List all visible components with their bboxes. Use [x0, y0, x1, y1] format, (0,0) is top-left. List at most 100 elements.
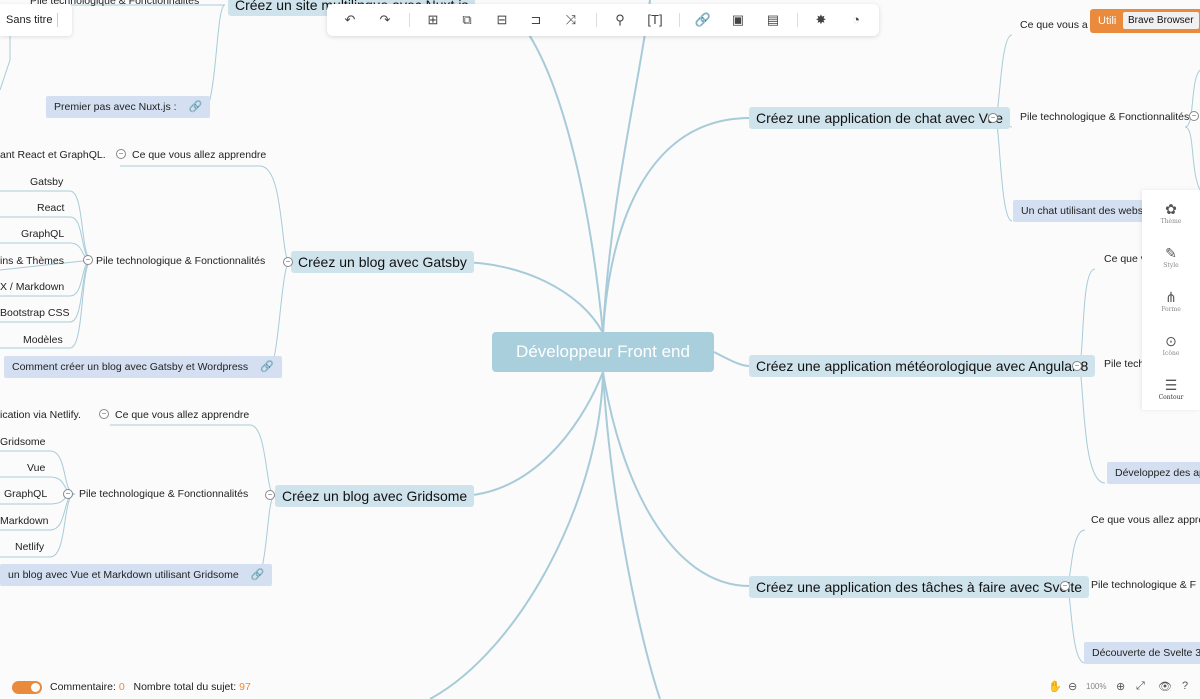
panel-label: Style	[1163, 262, 1179, 269]
collapse-toggle[interactable]: −	[63, 489, 73, 499]
panel-label: Contour	[1158, 394, 1184, 401]
subtopic-svelte-learn[interactable]: Ce que vous allez appre	[1091, 513, 1200, 527]
collapse-toggle[interactable]: −	[1060, 581, 1070, 591]
subtopic-svelte-stack[interactable]: Pile technologique & F	[1091, 578, 1196, 592]
topic-angular[interactable]: Créez une application météorologique ave…	[749, 355, 1096, 377]
item-vue[interactable]: Vue	[27, 461, 45, 475]
toolbar-divider	[409, 13, 410, 27]
item-gridsome[interactable]: Gridsome	[0, 435, 46, 449]
zoom-level[interactable]: 100%	[1086, 682, 1106, 691]
toolbar-divider	[679, 13, 680, 27]
collapse-toggle[interactable]: −	[988, 113, 998, 123]
subtopic-gridsome-stack[interactable]: Pile technologique & Fonctionnalités	[79, 487, 248, 501]
comment-count: 0	[118, 681, 125, 693]
collapse-toggle[interactable]: −	[265, 490, 275, 500]
undo-icon[interactable]: ↶	[340, 10, 360, 30]
floating-topic-icon[interactable]: ⊟	[492, 10, 512, 30]
zoom-controls: ✋ ⊖ 100% ⊕ ⤢ 👁 ?	[1040, 676, 1200, 699]
format-painter-icon[interactable]: ⚲	[610, 10, 630, 30]
note-gatsby[interactable]: Comment créer un blog avec Gatsby et Wor…	[4, 356, 282, 378]
note-icon[interactable]: ▤	[763, 10, 783, 30]
style-icon: ✎	[1165, 245, 1177, 261]
note-svelte-text: Découverte de Svelte 3	[1092, 647, 1200, 659]
collapse-toggle[interactable]: −	[1072, 361, 1082, 371]
right-panel: ✿ Thème ✎ Style ⋔ Forme ⊙ Icône ☰ Contou…	[1142, 190, 1200, 410]
note-angular[interactable]: Développez des ap	[1107, 462, 1200, 484]
note-vue-chat[interactable]: Un chat utilisant des websoc	[1013, 200, 1163, 222]
note-nuxt[interactable]: Premier pas avec Nuxt.js : 🔗	[46, 96, 211, 118]
panel-style[interactable]: ✎ Style	[1142, 244, 1200, 269]
item-netlify[interactable]: Netlify	[15, 540, 44, 554]
panel-theme[interactable]: ✿ Thème	[1142, 200, 1200, 225]
magic-icon[interactable]: ✸	[811, 10, 831, 30]
panel-label: Thème	[1160, 218, 1182, 225]
link-icon[interactable]: 🔗	[260, 356, 274, 378]
subtopic-icon[interactable]: ⊞	[423, 10, 443, 30]
sibling-topic-icon[interactable]: ⧉	[457, 10, 477, 30]
note-svelte[interactable]: Découverte de Svelte 3	[1084, 642, 1200, 664]
collapse-toggle[interactable]: −	[99, 409, 109, 419]
panel-structure[interactable]: ⋔ Forme	[1142, 288, 1200, 313]
topic-svelte[interactable]: Créez une application des tâches à faire…	[749, 576, 1090, 598]
zoom-in-icon[interactable]: ⊕	[1116, 680, 1125, 693]
panel-label: Forme	[1161, 306, 1181, 313]
panel-outline[interactable]: ☰ Contour	[1142, 376, 1200, 401]
subtopic-vue-learn[interactable]: Ce que vous a	[1020, 18, 1088, 32]
file-name-tab[interactable]: Sans titre	[0, 4, 72, 36]
subtopic-angular-stack[interactable]: Pile tech	[1104, 357, 1144, 371]
structure-icon: ⋔	[1165, 289, 1177, 305]
item-plugins-themes[interactable]: ins & Thèmes	[0, 254, 64, 268]
zoom-out-icon[interactable]: ⊖	[1068, 680, 1077, 693]
topic-gatsby[interactable]: Créez un blog avec Gatsby	[291, 251, 474, 273]
topic-gridsome[interactable]: Créez un blog avec Gridsome	[275, 485, 475, 507]
link-icon[interactable]: 🔗	[693, 10, 713, 30]
comment-toggle[interactable]	[12, 681, 42, 694]
item-graphql[interactable]: GraphQL	[4, 487, 47, 501]
item-react[interactable]: React	[37, 201, 64, 215]
item-bootstrap-css[interactable]: Bootstrap CSS	[0, 306, 69, 320]
link-icon[interactable]: 🔗	[251, 564, 265, 586]
central-topic[interactable]: Développeur Front end	[492, 332, 714, 372]
item-graphql[interactable]: GraphQL	[21, 227, 64, 241]
subtopic-gatsby-stack[interactable]: Pile technologique & Fonctionnalités	[96, 254, 265, 268]
file-name: Sans titre	[6, 14, 53, 26]
outline-icon: ☰	[1164, 377, 1178, 393]
note-gridsome-text: un blog avec Vue et Markdown utilisant G…	[8, 569, 239, 581]
note-vue-chat-text: Un chat utilisant des websoc	[1021, 205, 1155, 217]
subtopic-gridsome-learn-prefix[interactable]: ication via Netlify.	[0, 408, 81, 422]
help-icon[interactable]: ?	[1182, 680, 1188, 692]
browser-tooltip: Brave Browser	[1123, 12, 1199, 29]
boundary-icon[interactable]: ⤨	[561, 10, 581, 30]
item-markdown[interactable]: Markdown	[0, 514, 48, 528]
panel-icon[interactable]: ⊙ Icône	[1142, 332, 1200, 357]
comment-status: Commentaire: 0 Nombre total du sujet: 97	[50, 676, 251, 699]
item-mdx-markdown[interactable]: X / Markdown	[0, 280, 64, 294]
note-nuxt-text: Premier pas avec Nuxt.js :	[54, 101, 177, 113]
image-icon[interactable]: ▣	[728, 10, 748, 30]
text-style-icon[interactable]: [T]	[645, 10, 665, 30]
fit-screen-icon[interactable]: ⤢	[1136, 680, 1145, 693]
toolbar-divider	[797, 13, 798, 27]
note-gatsby-text: Comment créer un blog avec Gatsby et Wor…	[12, 361, 249, 373]
collapse-toggle[interactable]: −	[283, 257, 293, 267]
pitch-icon[interactable]: ◔	[846, 10, 866, 30]
note-gridsome[interactable]: un blog avec Vue et Markdown utilisant G…	[0, 564, 273, 586]
divider	[57, 13, 58, 27]
subtopic-angular-learn[interactable]: Ce que v	[1104, 252, 1146, 266]
link-icon[interactable]: 🔗	[189, 96, 203, 118]
relationship-icon[interactable]: ⊐	[526, 10, 546, 30]
subtopic-vue-stack[interactable]: Pile technologique & Fonctionnalités	[1020, 110, 1189, 124]
collapse-toggle[interactable]: −	[116, 149, 126, 159]
collapse-toggle[interactable]: −	[1189, 111, 1199, 121]
redo-icon[interactable]: ↷	[375, 10, 395, 30]
hand-icon[interactable]: ✋	[1048, 680, 1062, 693]
subtopic-gridsome-learn[interactable]: Ce que vous allez apprendre	[115, 408, 249, 422]
subtopic-gatsby-learn-prefix[interactable]: ant React et GraphQL.	[0, 148, 106, 162]
collapse-toggle[interactable]: −	[83, 255, 93, 265]
eye-icon[interactable]: 👁	[1158, 680, 1172, 693]
item-gatsby[interactable]: Gatsby	[30, 175, 63, 189]
item-modeles[interactable]: Modèles	[23, 333, 63, 347]
subtopic-gatsby-learn[interactable]: Ce que vous allez apprendre	[132, 148, 266, 162]
toolbar-divider	[596, 13, 597, 27]
topic-vue-chat[interactable]: Créez une application de chat avec Vue	[749, 107, 1010, 129]
